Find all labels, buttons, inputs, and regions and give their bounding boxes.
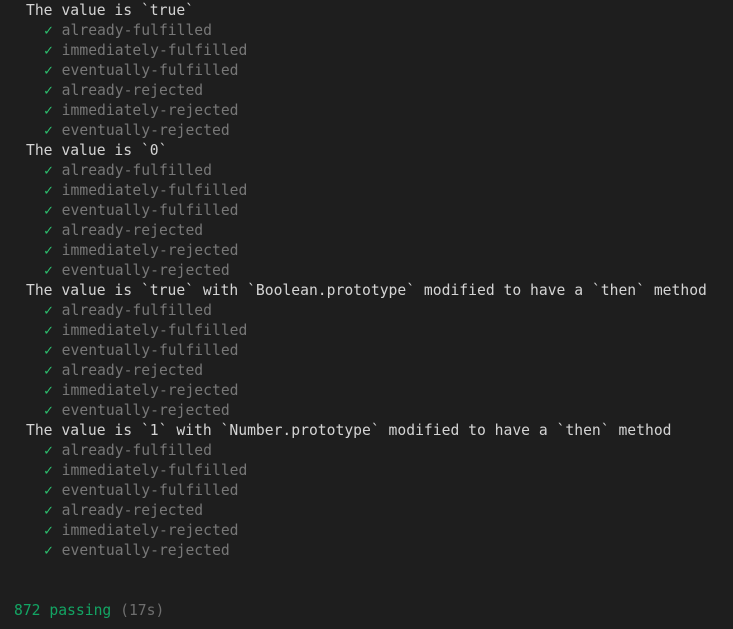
run-duration: (17s) — [120, 602, 165, 619]
checkmark-icon: ✓ — [44, 462, 53, 479]
checkmark-icon: ✓ — [44, 502, 53, 519]
terminal-output: The value is `true` ✓ already-fulfilled ✓ … — [0, 0, 733, 629]
test-name: eventually-rejected — [61, 262, 230, 279]
test-name: already-fulfilled — [61, 162, 212, 179]
checkmark-icon: ✓ — [44, 442, 53, 459]
test-result-row: ✓ immediately-rejected — [0, 101, 733, 121]
checkmark-icon: ✓ — [44, 262, 53, 279]
test-result-row: ✓ immediately-rejected — [0, 521, 733, 541]
test-result-row: ✓ immediately-fulfilled — [0, 321, 733, 341]
suite-title: The value is `true` with `Boolean.protot… — [26, 282, 707, 299]
suite-title: The value is `0` — [26, 142, 168, 159]
test-name: already-fulfilled — [61, 442, 212, 459]
test-result-row: ✓ already-fulfilled — [0, 441, 733, 461]
checkmark-icon: ✓ — [44, 382, 53, 399]
checkmark-icon: ✓ — [44, 302, 53, 319]
test-result-row: ✓ already-fulfilled — [0, 21, 733, 41]
checkmark-icon: ✓ — [44, 522, 53, 539]
test-name: eventually-fulfilled — [61, 62, 239, 79]
checkmark-icon: ✓ — [44, 162, 53, 179]
test-result-row: ✓ already-rejected — [0, 361, 733, 381]
test-result-row: ✓ eventually-rejected — [0, 541, 733, 561]
test-name: eventually-fulfilled — [61, 202, 239, 219]
checkmark-icon: ✓ — [44, 102, 53, 119]
checkmark-icon: ✓ — [44, 82, 53, 99]
suite-title: The value is `1` with `Number.prototype`… — [26, 422, 672, 439]
test-result-row: ✓ eventually-rejected — [0, 261, 733, 281]
checkmark-icon: ✓ — [44, 402, 53, 419]
test-name: already-fulfilled — [61, 302, 212, 319]
test-name: eventually-fulfilled — [61, 482, 239, 499]
test-name: immediately-rejected — [61, 102, 239, 119]
test-result-row: ✓ already-fulfilled — [0, 301, 733, 321]
test-name: already-rejected — [61, 502, 204, 519]
test-result-row: ✓ immediately-rejected — [0, 381, 733, 401]
test-name: eventually-fulfilled — [61, 342, 239, 359]
test-result-row: ✓ eventually-fulfilled — [0, 61, 733, 81]
checkmark-icon: ✓ — [44, 362, 53, 379]
test-name: immediately-rejected — [61, 522, 239, 539]
suite-title: The value is `true` — [26, 2, 195, 19]
test-result-row: ✓ immediately-fulfilled — [0, 41, 733, 61]
test-result-row: ✓ already-rejected — [0, 501, 733, 521]
test-name: immediately-rejected — [61, 382, 239, 399]
checkmark-icon: ✓ — [44, 342, 53, 359]
test-result-row: ✓ already-rejected — [0, 81, 733, 101]
test-name: already-rejected — [61, 362, 204, 379]
test-name: immediately-fulfilled — [61, 182, 248, 199]
test-name: already-rejected — [61, 82, 204, 99]
test-result-row: ✓ immediately-fulfilled — [0, 181, 733, 201]
test-name: eventually-rejected — [61, 122, 230, 139]
test-name: already-fulfilled — [61, 22, 212, 39]
test-name: immediately-fulfilled — [61, 322, 248, 339]
test-result-row: ✓ eventually-rejected — [0, 401, 733, 421]
test-name: immediately-fulfilled — [61, 462, 248, 479]
test-result-row: ✓ eventually-rejected — [0, 121, 733, 141]
checkmark-icon: ✓ — [44, 222, 53, 239]
test-name: eventually-rejected — [61, 542, 230, 559]
test-result-row: ✓ immediately-fulfilled — [0, 461, 733, 481]
checkmark-icon: ✓ — [44, 122, 53, 139]
checkmark-icon: ✓ — [44, 22, 53, 39]
test-result-row: ✓ already-rejected — [0, 221, 733, 241]
checkmark-icon: ✓ — [44, 182, 53, 199]
test-result-row: ✓ eventually-fulfilled — [0, 341, 733, 361]
checkmark-icon: ✓ — [44, 322, 53, 339]
test-name: immediately-fulfilled — [61, 42, 248, 59]
test-result-row: ✓ immediately-rejected — [0, 241, 733, 261]
checkmark-icon: ✓ — [44, 62, 53, 79]
passing-count: 872 passing — [14, 602, 112, 619]
checkmark-icon: ✓ — [44, 42, 53, 59]
checkmark-icon: ✓ — [44, 242, 53, 259]
checkmark-icon: ✓ — [44, 482, 53, 499]
summary-line: 872 passing (17s) — [0, 601, 733, 621]
test-result-row: ✓ eventually-fulfilled — [0, 201, 733, 221]
test-name: eventually-rejected — [61, 402, 230, 419]
test-result-row: ✓ eventually-fulfilled — [0, 481, 733, 501]
test-name: immediately-rejected — [61, 242, 239, 259]
checkmark-icon: ✓ — [44, 202, 53, 219]
test-result-row: ✓ already-fulfilled — [0, 161, 733, 181]
test-name: already-rejected — [61, 222, 204, 239]
checkmark-icon: ✓ — [44, 542, 53, 559]
